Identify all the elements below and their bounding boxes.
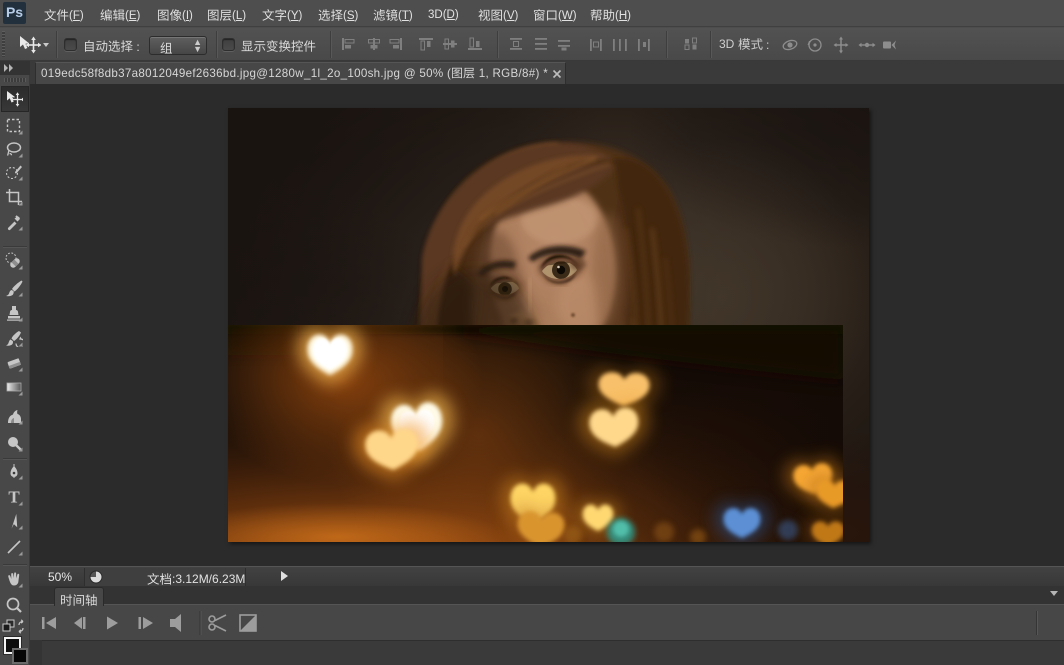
svg-text:T: T [8, 488, 20, 506]
